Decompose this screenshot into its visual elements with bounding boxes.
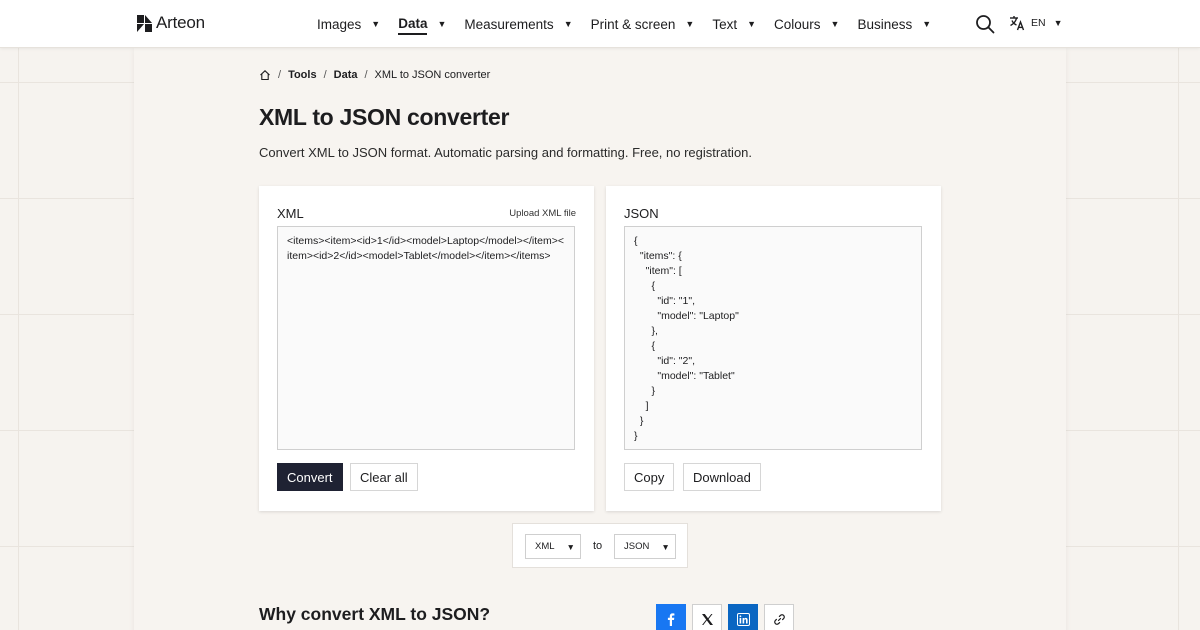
copy-button[interactable]: Copy [624,463,675,491]
search-icon[interactable] [975,14,995,34]
breadcrumb-separator: / [278,69,282,81]
json-output-panel: JSON { "items": { "item": [ { "id": "1",… [606,186,941,511]
nav-item-text[interactable]: Text ▼ [712,15,756,34]
from-format-select[interactable]: XML ▼ [525,534,581,559]
nav-item-label: Data [398,14,428,35]
nav-item-measurements[interactable]: Measurements ▼ [464,15,572,34]
nav-item-label: Text [712,16,738,32]
nav-item-colours[interactable]: Colours ▼ [774,15,839,34]
page-title: XML to JSON converter [259,104,510,130]
json-panel-label: JSON [624,206,659,221]
upload-xml-file-link[interactable]: Upload XML file [509,208,576,219]
json-output[interactable]: { "items": { "item": [ { "id": "1", "mod… [624,226,922,450]
language-selector[interactable]: EN ▼ [1009,15,1063,31]
site-header: Arteon Images ▼ Data ▼ Measurements ▼ Pr… [0,0,1200,48]
nav-item-label: Business [857,16,913,32]
nav-item-label: Colours [774,16,821,32]
to-format-value: JSON [624,541,650,552]
share-linkedin-button[interactable] [728,604,758,630]
chevron-down-icon: ▼ [830,19,840,29]
xml-input[interactable]: <items><item><id>1</id><model>Laptop</mo… [277,226,575,450]
linkedin-icon [736,612,750,626]
nav-item-label: Images [317,16,362,32]
xml-panel-label: XML [277,206,304,221]
share-facebook-button[interactable] [656,604,686,630]
main-nav: Images ▼ Data ▼ Measurements ▼ Print & s… [317,0,949,48]
translate-icon [1010,16,1025,31]
breadcrumb-separator: / [364,69,368,81]
chevron-down-icon: ▼ [922,19,932,29]
download-button[interactable]: Download [683,463,761,491]
chevron-down-icon: ▼ [661,541,670,552]
nav-item-business[interactable]: Business ▼ [857,15,931,34]
format-selector-bar: XML ▼ to JSON ▼ [512,523,688,568]
breadcrumb-separator: / [323,69,327,81]
breadcrumb-data[interactable]: Data [334,69,358,81]
from-format-value: XML [535,541,555,552]
why-section-title: Why convert XML to JSON? [259,604,491,624]
facebook-icon [667,613,675,626]
clear-all-button[interactable]: Clear all [350,463,418,491]
to-format-select[interactable]: JSON ▼ [614,534,676,559]
nav-item-label: Print & screen [590,16,676,32]
copy-link-button[interactable] [764,604,794,630]
nav-item-label: Measurements [464,16,554,32]
home-icon[interactable] [259,69,271,81]
link-icon [773,613,785,625]
logo-text: Arteon [156,13,205,32]
nav-item-images[interactable]: Images ▼ [317,15,380,34]
nav-item-data[interactable]: Data ▼ [398,14,446,35]
language-code: EN [1031,17,1046,29]
chevron-down-icon: ▼ [563,19,573,29]
chevron-down-icon: ▼ [371,19,381,29]
to-label: to [593,540,603,552]
main-content: / Tools / Data / XML to JSON converter X… [134,48,1066,630]
nav-item-print-screen[interactable]: Print & screen ▼ [591,15,695,34]
breadcrumb-current: XML to JSON converter [374,69,491,81]
breadcrumb-tools[interactable]: Tools [288,69,317,81]
chevron-down-icon: ▼ [566,541,575,552]
share-x-button[interactable] [692,604,722,630]
logo-mark-icon [137,14,152,32]
breadcrumb: / Tools / Data / XML to JSON converter [259,69,490,81]
chevron-down-icon: ▼ [747,19,757,29]
chevron-down-icon: ▼ [685,19,695,29]
xml-input-panel: XML Upload XML file <items><item><id>1</… [259,186,594,511]
chevron-down-icon: ▼ [437,19,447,29]
x-icon [701,613,713,625]
logo[interactable]: Arteon [137,13,205,33]
page-subtitle: Convert XML to JSON format. Automatic pa… [259,145,753,160]
convert-button[interactable]: Convert [277,463,343,491]
chevron-down-icon: ▼ [1053,18,1063,28]
